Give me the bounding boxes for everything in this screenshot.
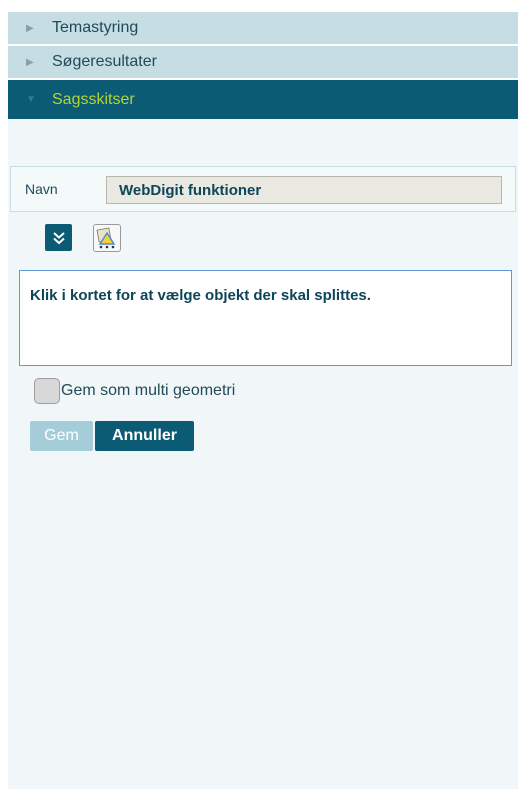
multi-geometry-label: Gem som multi geometri: [61, 382, 236, 399]
cancel-button[interactable]: Annuller: [95, 421, 194, 451]
name-row: Navn: [10, 166, 516, 212]
triangle-right-icon: ▶: [26, 56, 34, 68]
triangle-down-icon: ▼: [26, 94, 36, 105]
name-label: Navn: [25, 181, 58, 197]
multi-geometry-checkbox[interactable]: [34, 378, 60, 404]
save-button[interactable]: Gem: [30, 421, 93, 451]
double-chevron-down-icon: [52, 231, 65, 244]
triangle-right-icon: ▶: [26, 22, 34, 34]
instruction-box: Klik i kortet for at vælge objekt der sk…: [19, 270, 512, 366]
accordion-label: Søgeresultater: [52, 53, 157, 70]
expand-button[interactable]: [45, 224, 72, 251]
accordion-temastyring[interactable]: ▶ Temastyring: [8, 12, 518, 46]
accordion-sagsskitser[interactable]: ▼ Sagsskitser: [8, 80, 518, 119]
accordion-label: Sagsskitser: [52, 90, 135, 108]
sidebar-panel: ▶ Temastyring ▶ Søgeresultater ▼ Sagsski…: [8, 12, 518, 789]
snap-settings-button[interactable]: [93, 224, 121, 252]
multi-geometry-option[interactable]: Gem som multi geometri: [34, 378, 235, 404]
accordion-label: Temastyring: [52, 19, 139, 36]
instruction-text: Klik i kortet for at vælge objekt der sk…: [30, 287, 371, 304]
snap-settings-icon: [96, 227, 116, 249]
name-field[interactable]: [106, 176, 502, 204]
accordion-sogeresultater[interactable]: ▶ Søgeresultater: [8, 46, 518, 80]
